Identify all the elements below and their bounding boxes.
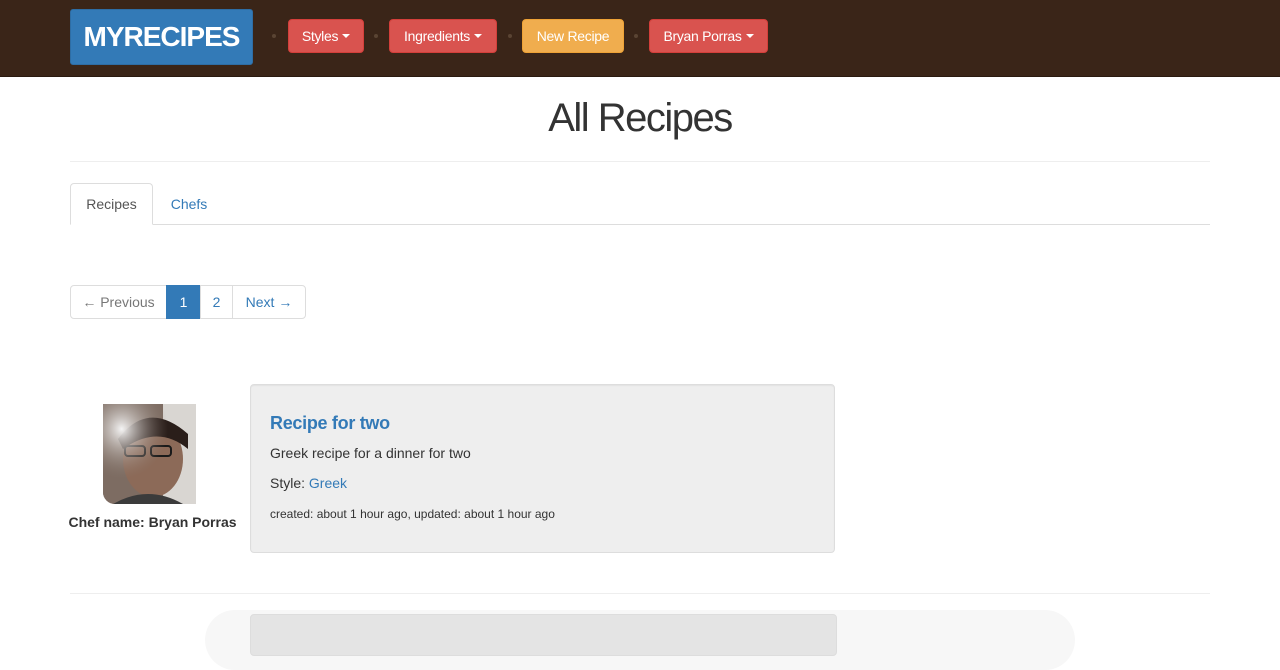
divider	[70, 593, 1210, 594]
style-label: Style:	[270, 475, 306, 491]
chef-name: Chef name: Bryan Porras	[68, 514, 237, 530]
recipe-title-link[interactable]: Recipe for two	[270, 413, 390, 434]
nav-divider	[272, 34, 276, 38]
next-recipe-card	[250, 614, 837, 656]
recipe-style-line: Style: Greek	[270, 475, 347, 491]
style-link[interactable]: Greek	[309, 475, 347, 491]
chef-avatar[interactable]	[103, 404, 196, 504]
new-recipe-button[interactable]: New Recipe	[522, 19, 624, 53]
caret-down-icon	[342, 34, 351, 38]
page-2-button[interactable]: 2	[200, 285, 233, 319]
divider	[70, 161, 1210, 162]
nav-divider	[374, 34, 378, 38]
brand-logo[interactable]: MYRECIPES	[70, 9, 253, 65]
top-navbar: MYRECIPES Styles Ingredients New Recipe …	[0, 0, 1280, 77]
styles-dropdown-button[interactable]: Styles	[288, 19, 364, 53]
recipe-description: Greek recipe for a dinner for two	[270, 445, 471, 461]
ingredients-dropdown-button[interactable]: Ingredients	[389, 19, 497, 53]
page-1-button[interactable]: 1	[166, 285, 201, 319]
nav-divider	[508, 34, 512, 38]
pagination: ← Previous 1 2 Next →	[70, 285, 306, 319]
recipe-timestamps: created: about 1 hour ago, updated: abou…	[270, 507, 555, 521]
chef-photo	[103, 404, 196, 504]
caret-down-icon	[473, 34, 482, 38]
ingredients-label: Ingredients	[404, 28, 470, 44]
caret-down-icon	[745, 34, 754, 38]
tab-recipes[interactable]: Recipes	[70, 183, 153, 225]
tabs-baseline	[70, 224, 1210, 225]
previous-page-button[interactable]: ← Previous	[70, 285, 167, 319]
tab-chefs[interactable]: Chefs	[153, 183, 225, 225]
user-dropdown-button[interactable]: Bryan Porras	[649, 19, 768, 53]
user-name-label: Bryan Porras	[663, 28, 742, 44]
nav-divider	[634, 34, 638, 38]
recipe-card: Recipe for two Greek recipe for a dinner…	[250, 384, 835, 553]
page-title: All Recipes	[548, 96, 733, 140]
next-page-button[interactable]: Next →	[232, 285, 306, 319]
styles-label: Styles	[301, 28, 339, 44]
